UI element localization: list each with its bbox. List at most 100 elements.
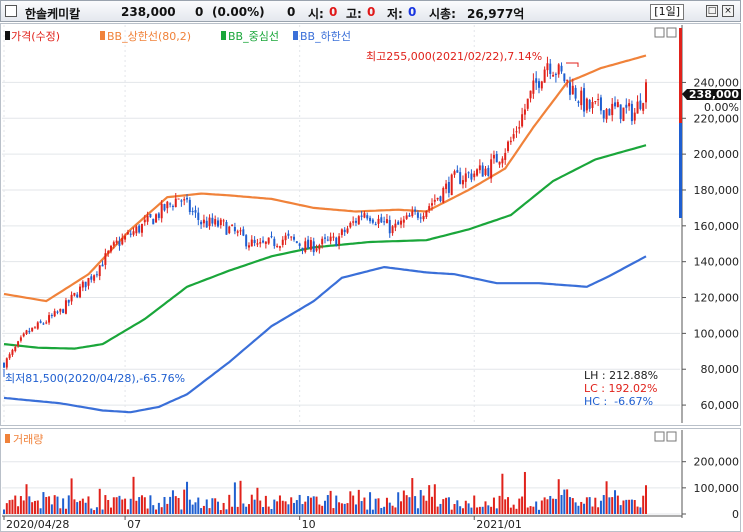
- candle-body: [222, 220, 225, 222]
- volume-bar: [453, 504, 456, 514]
- candle-body: [290, 236, 293, 238]
- candle-body: [571, 85, 574, 95]
- candle-body: [470, 173, 473, 180]
- volume-close-icon[interactable]: [666, 431, 677, 442]
- volume-bar: [492, 497, 495, 514]
- volume-bar: [304, 501, 307, 514]
- title-bar: 한솔케미칼 238,000 0 (0.00%) 0 시: 0 고: 0 저: 0…: [0, 0, 741, 22]
- candle-body: [264, 241, 267, 244]
- volume-bar: [597, 507, 600, 514]
- volume-ytick-label: 0: [732, 508, 739, 521]
- volume-bar: [619, 505, 622, 514]
- candle-body: [112, 242, 115, 246]
- candle-body: [126, 232, 129, 235]
- candle-body: [400, 220, 403, 225]
- candle-body: [287, 233, 290, 236]
- candle-body: [309, 240, 312, 250]
- candle-body: [549, 63, 552, 74]
- candle-body: [614, 102, 617, 107]
- volume-bar: [186, 481, 189, 514]
- volume-bar: [163, 496, 166, 514]
- volume-minimize-icon[interactable]: [654, 431, 665, 442]
- candle-body: [577, 101, 580, 103]
- candle-body: [492, 154, 495, 159]
- low-label: 저:: [387, 7, 403, 21]
- candle-body: [402, 219, 405, 223]
- candle-body: [250, 239, 253, 247]
- candle-body: [115, 240, 118, 243]
- legend-marker-middle: [221, 31, 226, 40]
- volume-bar: [180, 509, 183, 514]
- volume-bar: [557, 479, 560, 514]
- candle-body: [233, 226, 236, 232]
- candle-body: [239, 230, 242, 232]
- panel-minimize-icon[interactable]: [654, 27, 665, 38]
- candle-body: [183, 199, 186, 201]
- candle-body: [160, 203, 163, 219]
- candle-body: [628, 103, 631, 107]
- candle-body: [157, 213, 160, 218]
- candle-body: [278, 246, 281, 248]
- maximize-icon[interactable]: □: [706, 5, 718, 17]
- volume-bar: [70, 478, 73, 514]
- volume-bar: [50, 504, 53, 514]
- candle-body: [523, 109, 526, 115]
- price-ytick-label: 180,000: [694, 184, 740, 197]
- upper-band-line: [3, 54, 647, 303]
- candle-body: [554, 73, 557, 75]
- volume-bar: [439, 503, 442, 514]
- price-chart[interactable]: 240,000220,000200,000180,000160,000140,0…: [0, 23, 743, 427]
- volume-bar: [45, 496, 48, 514]
- price-range-strip-down: [679, 123, 682, 218]
- candle-body: [98, 265, 101, 277]
- candle-body: [374, 224, 377, 226]
- candle-body: [425, 210, 428, 217]
- candle-body: [45, 322, 48, 324]
- candle-body: [509, 140, 512, 143]
- candle-body: [591, 102, 594, 108]
- candle-body: [630, 103, 633, 122]
- price-ytick-label: 60,000: [701, 399, 740, 412]
- candle-body: [588, 100, 591, 109]
- candle-body: [563, 73, 566, 82]
- volume-bar: [346, 503, 349, 514]
- volume-bar: [298, 494, 301, 514]
- volume-bar: [459, 506, 462, 514]
- candle-body: [639, 100, 642, 109]
- candle-body: [377, 218, 380, 224]
- checkbox-icon[interactable]: [5, 5, 17, 17]
- lc-stat: LC : 192.02%: [584, 382, 657, 395]
- candle-body: [546, 63, 549, 71]
- panel-close-icon[interactable]: [666, 27, 677, 38]
- volume-bar: [191, 504, 194, 514]
- candle-body: [70, 294, 73, 302]
- candle-body: [163, 204, 166, 211]
- candle-body: [312, 241, 315, 253]
- candle-body: [110, 245, 112, 252]
- volume-bar: [371, 509, 374, 514]
- volume-bar: [436, 506, 439, 514]
- legend-marker-volume: [5, 434, 10, 443]
- price-ytick-label: 100,000: [694, 327, 740, 340]
- candle-body: [19, 337, 22, 341]
- volume-bar: [605, 481, 608, 514]
- candle-body: [270, 236, 273, 238]
- volume-bar: [397, 492, 400, 514]
- period-selector[interactable]: [1일]: [650, 4, 684, 20]
- volume-bar: [324, 500, 326, 514]
- candle-body: [450, 174, 453, 196]
- stock-name[interactable]: 한솔케미칼: [25, 5, 80, 22]
- volume-bar: [208, 508, 211, 514]
- candle-body: [242, 229, 245, 236]
- price-ytick-label: 220,000: [694, 112, 740, 125]
- volume-chart[interactable]: 200,000 100,000 0 2020/04/28 07 10 2021/01 거래…: [0, 428, 743, 532]
- volume-bar: [177, 497, 180, 514]
- volume-bar: [428, 485, 431, 514]
- candle-body: [428, 206, 431, 211]
- candle-body: [636, 101, 639, 114]
- candle-body: [262, 240, 265, 243]
- candle-body: [62, 309, 65, 313]
- candle-body: [143, 219, 146, 223]
- close-icon[interactable]: ×: [722, 5, 734, 17]
- volume-bar: [236, 506, 239, 514]
